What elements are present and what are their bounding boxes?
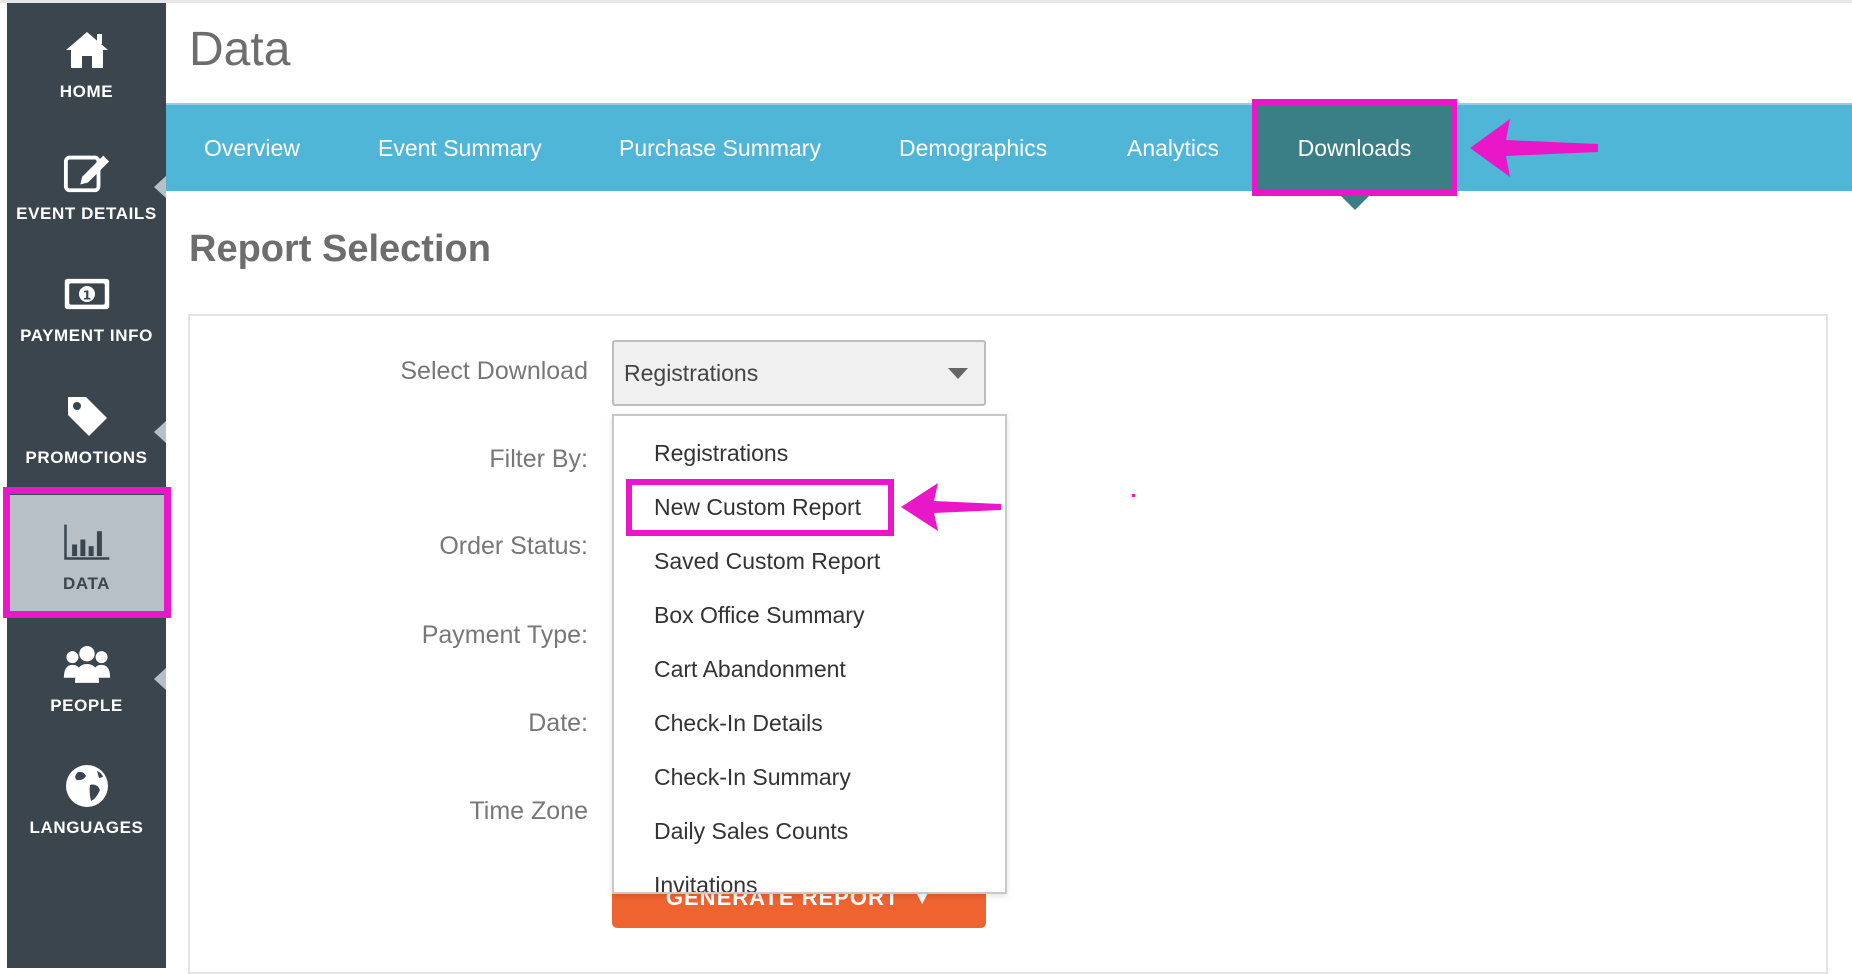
sidebar-item-label: PEOPLE — [50, 696, 123, 715]
select-download-value: Registrations — [624, 359, 759, 386]
page-title: Data — [189, 23, 291, 76]
tab-downloads[interactable]: Downloads — [1258, 105, 1451, 191]
sidebar-item-label: EVENT DETAILS — [16, 204, 157, 223]
sidebar-item-label: PAYMENT INFO — [20, 326, 153, 345]
option-check-in-details[interactable]: Check-In Details — [654, 710, 823, 737]
option-registrations[interactable]: Registrations — [654, 440, 788, 467]
option-box-office-summary[interactable]: Box Office Summary — [654, 602, 864, 629]
option-cart-abandonment[interactable]: Cart Abandonment — [654, 656, 846, 683]
bar-chart-icon — [63, 518, 111, 566]
option-invitations[interactable]: Invitations — [654, 872, 758, 892]
top-border — [0, 0, 1852, 3]
time-zone-label: Time Zone — [469, 797, 588, 825]
sidebar-item-label: HOME — [59, 82, 114, 101]
sidebar-notch — [154, 421, 166, 443]
tab-analytics[interactable]: Analytics — [1127, 105, 1219, 191]
sidebar-item-people[interactable]: PEOPLE — [7, 617, 166, 739]
svg-text:1: 1 — [82, 287, 91, 302]
people-icon — [63, 640, 111, 688]
home-icon — [63, 26, 111, 74]
edit-icon — [63, 148, 111, 196]
chevron-down-icon — [948, 368, 968, 379]
filter-by-label: Filter By: — [489, 445, 588, 473]
sidebar-item-label: DATA — [62, 574, 111, 593]
sidebar-item-label: LANGUAGES — [29, 818, 144, 837]
sidebar-item-event-details[interactable]: EVENT DETAILS — [7, 125, 166, 247]
section-title: Report Selection — [189, 228, 491, 270]
active-tab-caret — [1340, 195, 1370, 210]
globe-icon — [63, 762, 111, 810]
sidebar-item-label: PROMOTIONS — [25, 448, 148, 467]
download-options-list: Registrations New Custom Report Saved Cu… — [612, 414, 1007, 894]
sidebar-notch — [154, 176, 166, 198]
stray-mark — [1132, 494, 1135, 497]
tab-overview[interactable]: Overview — [204, 105, 300, 191]
sidebar-item-promotions[interactable]: PROMOTIONS — [7, 369, 166, 491]
option-new-custom-report[interactable]: New Custom Report — [654, 494, 861, 521]
date-label: Date: — [528, 709, 588, 737]
sidebar-item-languages[interactable]: LANGUAGES — [7, 739, 166, 861]
tab-event-summary[interactable]: Event Summary — [378, 105, 542, 191]
payment-type-label: Payment Type: — [421, 621, 588, 649]
tab-bar: Overview Event Summary Purchase Summary … — [166, 103, 1852, 191]
select-download-dropdown[interactable]: Registrations — [612, 340, 986, 406]
select-download-label: Select Download — [400, 357, 588, 385]
sidebar: HOME EVENT DETAILS 1 PAYMENT INFO PROMOT… — [7, 3, 166, 968]
sidebar-item-data[interactable]: DATA — [7, 495, 166, 617]
tab-demographics[interactable]: Demographics — [899, 105, 1047, 191]
tag-icon — [63, 392, 111, 440]
order-status-label: Order Status: — [439, 532, 588, 560]
option-check-in-summary[interactable]: Check-In Summary — [654, 764, 851, 791]
tab-purchase-summary[interactable]: Purchase Summary — [619, 105, 821, 191]
sidebar-item-payment-info[interactable]: 1 PAYMENT INFO — [7, 247, 166, 369]
option-saved-custom-report[interactable]: Saved Custom Report — [654, 548, 880, 575]
option-daily-sales-counts[interactable]: Daily Sales Counts — [654, 818, 848, 845]
money-icon: 1 — [63, 270, 111, 318]
sidebar-item-home[interactable]: HOME — [7, 3, 166, 125]
